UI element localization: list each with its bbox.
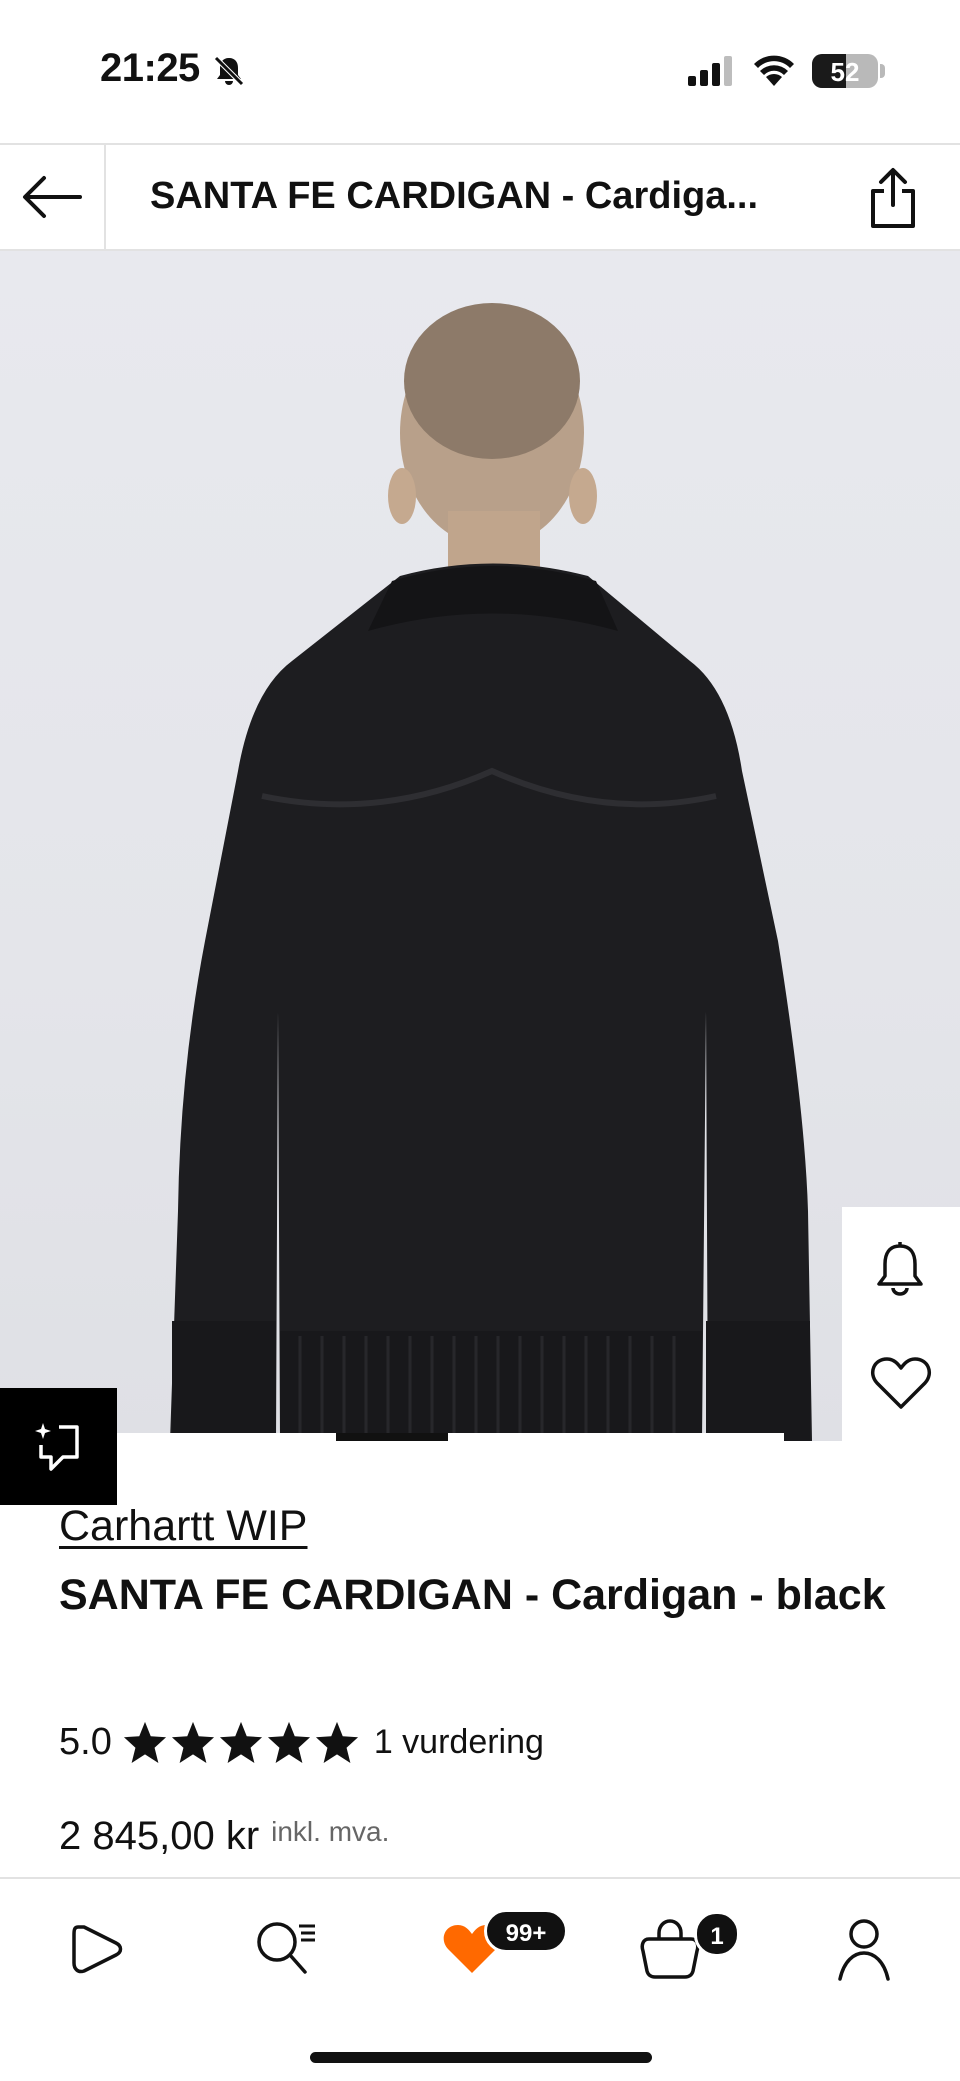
gallery-progress-active-segment — [336, 1433, 448, 1441]
wishlist-badge: 99+ — [484, 1909, 568, 1953]
wifi-icon — [754, 55, 794, 86]
price: 2 845,00 kr — [59, 1814, 260, 1858]
bell-icon — [877, 1242, 923, 1296]
ar-view-button[interactable] — [0, 1388, 117, 1505]
star-icon — [123, 1721, 166, 1764]
star-icon — [315, 1721, 358, 1764]
star-icon — [171, 1721, 214, 1764]
notify-button[interactable] — [874, 1237, 926, 1302]
bell-slash-icon — [214, 56, 244, 86]
battery-indicator: 52 — [812, 54, 878, 88]
back-button[interactable] — [0, 145, 106, 249]
gallery-progress-indicator — [116, 1433, 784, 1441]
share-button[interactable] — [868, 167, 918, 234]
product-image-gallery[interactable] — [0, 251, 960, 1441]
bag-badge: 1 — [694, 1911, 740, 1957]
bag-icon — [640, 1919, 700, 1979]
brand-link[interactable]: Carhartt WIP — [59, 1502, 308, 1551]
rating-row[interactable]: 5.0 1 vurdering — [59, 1716, 544, 1768]
cellular-signal-icon — [688, 56, 732, 86]
rating-score: 5.0 — [59, 1720, 112, 1763]
product-photo — [170, 303, 812, 1441]
search-icon — [257, 1922, 315, 1974]
product-name: SANTA FE CARDIGAN - Cardigan - black — [59, 1571, 886, 1619]
profile-icon — [838, 1919, 890, 1981]
battery-percentage: 52 — [830, 57, 860, 87]
nav-home[interactable] — [56, 1909, 136, 1989]
star-icon — [219, 1721, 262, 1764]
nav-search[interactable] — [246, 1909, 326, 1989]
add-to-wishlist-button[interactable] — [870, 1355, 932, 1416]
heart-icon — [871, 1357, 931, 1409]
star-icon — [267, 1721, 310, 1764]
battery-tip — [880, 64, 885, 78]
side-action-panel — [842, 1207, 960, 1441]
status-bar: 21:25 52 — [0, 0, 960, 143]
bottom-navigation: 99+ 1 — [0, 1877, 960, 2081]
status-time: 21:25 — [100, 46, 200, 90]
top-app-bar: SANTA FE CARDIGAN - Cardiga... — [0, 143, 960, 251]
back-arrow-icon — [23, 176, 82, 218]
nav-profile[interactable] — [824, 1909, 904, 1989]
vat-note: inkl. mva. — [271, 1816, 390, 1847]
price-row: 2 845,00 kr inkl. mva. — [59, 1814, 389, 1859]
home-indicator[interactable] — [310, 2052, 652, 2063]
ar-view-icon — [34, 1422, 79, 1471]
play-logo-icon — [72, 1925, 123, 1974]
header-title: SANTA FE CARDIGAN - Cardiga... — [150, 175, 759, 217]
star-rating — [122, 1720, 360, 1764]
rating-count: 1 vurdering — [373, 1722, 544, 1761]
share-icon — [871, 168, 915, 228]
